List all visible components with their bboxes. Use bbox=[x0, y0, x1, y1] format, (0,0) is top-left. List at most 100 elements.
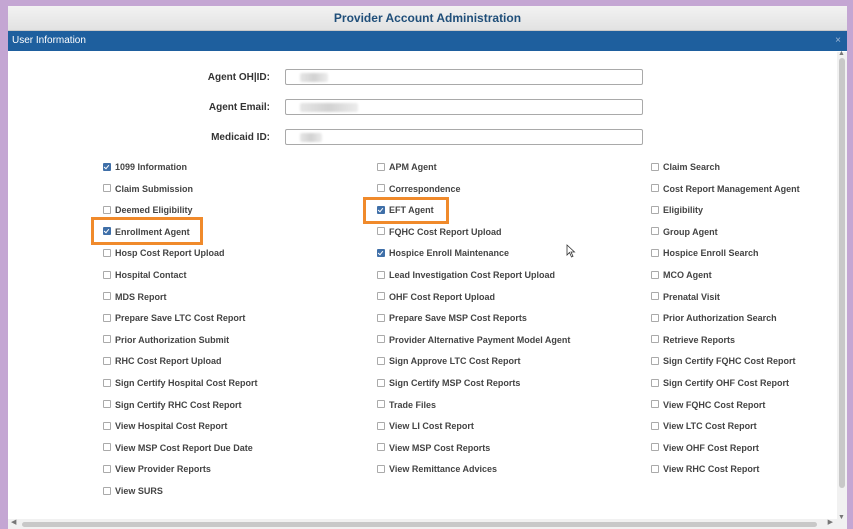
permission-item[interactable]: EFT Agent bbox=[377, 203, 434, 217]
permission-checkbox[interactable] bbox=[651, 400, 659, 409]
permission-item[interactable]: Prepare Save LTC Cost Report bbox=[103, 311, 245, 325]
medicaid-id-input[interactable] bbox=[285, 129, 643, 145]
permission-checkbox[interactable] bbox=[651, 292, 659, 301]
permission-item[interactable]: View FQHC Cost Report bbox=[651, 398, 765, 412]
permission-item[interactable]: View Provider Reports bbox=[103, 462, 211, 476]
permission-item[interactable]: Sign Certify MSP Cost Reports bbox=[377, 376, 520, 390]
permission-item[interactable]: Prepare Save MSP Cost Reports bbox=[377, 311, 527, 325]
permission-checkbox[interactable] bbox=[651, 465, 659, 474]
permission-checkbox[interactable] bbox=[103, 486, 111, 495]
permission-item[interactable]: Provider Alternative Payment Model Agent bbox=[377, 333, 570, 347]
permission-item[interactable]: FQHC Cost Report Upload bbox=[377, 225, 502, 239]
permission-checkbox[interactable] bbox=[651, 357, 659, 366]
permission-item[interactable]: Group Agent bbox=[651, 225, 718, 239]
vertical-scrollbar[interactable]: ▲ ▼ bbox=[837, 50, 847, 521]
permission-item[interactable]: Sign Certify RHC Cost Report bbox=[103, 398, 242, 412]
permission-item[interactable]: Enrollment Agent bbox=[103, 225, 190, 239]
permission-item[interactable]: Deemed Eligibility bbox=[103, 203, 193, 217]
permission-checkbox[interactable] bbox=[103, 421, 111, 430]
permission-checkbox[interactable] bbox=[651, 421, 659, 430]
permission-checkbox[interactable] bbox=[103, 335, 111, 344]
scroll-right-icon[interactable]: ▶ bbox=[828, 518, 833, 526]
agent-ohid-input[interactable] bbox=[285, 69, 643, 85]
permission-item[interactable]: Correspondence bbox=[377, 182, 461, 196]
permission-checkbox[interactable] bbox=[103, 313, 111, 322]
permission-item[interactable]: Prior Authorization Submit bbox=[103, 333, 229, 347]
permission-checkbox[interactable] bbox=[377, 357, 385, 366]
scroll-up-icon[interactable]: ▲ bbox=[838, 50, 845, 57]
permission-item[interactable]: Cost Report Management Agent bbox=[651, 182, 800, 196]
permission-checkbox[interactable] bbox=[103, 357, 111, 366]
permission-checkbox[interactable] bbox=[651, 227, 659, 236]
permission-checkbox[interactable] bbox=[651, 270, 659, 279]
permission-checkbox[interactable] bbox=[103, 205, 111, 214]
permission-checkbox[interactable] bbox=[377, 270, 385, 279]
permission-checkbox[interactable] bbox=[377, 335, 385, 344]
permission-item[interactable]: Retrieve Reports bbox=[651, 333, 735, 347]
permission-item[interactable]: Prior Authorization Search bbox=[651, 311, 777, 325]
permission-checkbox[interactable] bbox=[103, 292, 111, 301]
permission-checkbox[interactable] bbox=[651, 378, 659, 387]
permission-item[interactable]: MCO Agent bbox=[651, 268, 712, 282]
permission-checkbox[interactable] bbox=[377, 443, 385, 452]
permission-checkbox[interactable] bbox=[377, 465, 385, 474]
permission-checkbox[interactable] bbox=[377, 400, 385, 409]
permission-checkbox[interactable] bbox=[651, 205, 659, 214]
permission-item[interactable]: View MSP Cost Reports bbox=[377, 441, 490, 455]
permission-item[interactable]: View MSP Cost Report Due Date bbox=[103, 441, 253, 455]
permission-checkbox[interactable] bbox=[103, 443, 111, 452]
horizontal-scrollbar[interactable]: ◀ ▶ bbox=[8, 519, 847, 529]
vertical-scroll-thumb[interactable] bbox=[839, 58, 845, 488]
permission-item[interactable]: Sign Certify Hospital Cost Report bbox=[103, 376, 258, 390]
permission-item[interactable]: View Remittance Advices bbox=[377, 462, 497, 476]
agent-email-input[interactable] bbox=[285, 99, 643, 115]
permission-item[interactable]: MDS Report bbox=[103, 290, 167, 304]
permission-item[interactable]: View Hospital Cost Report bbox=[103, 419, 227, 433]
permission-checkbox[interactable] bbox=[651, 162, 659, 171]
permission-checkbox[interactable] bbox=[651, 184, 659, 193]
permission-checkbox[interactable] bbox=[103, 270, 111, 279]
permission-item[interactable]: Hospice Enroll Search bbox=[651, 246, 759, 260]
permission-checkbox[interactable] bbox=[103, 249, 111, 258]
permission-checkbox[interactable] bbox=[377, 205, 385, 214]
permission-checkbox[interactable] bbox=[377, 184, 385, 193]
permission-item[interactable]: View OHF Cost Report bbox=[651, 441, 759, 455]
permission-checkbox[interactable] bbox=[103, 184, 111, 193]
permission-item[interactable]: View LTC Cost Report bbox=[651, 419, 757, 433]
permission-item[interactable]: Lead Investigation Cost Report Upload bbox=[377, 268, 555, 282]
permission-item[interactable]: 1099 Information bbox=[103, 160, 187, 174]
horizontal-scroll-thumb[interactable] bbox=[22, 522, 817, 527]
permission-checkbox[interactable] bbox=[377, 378, 385, 387]
permission-checkbox[interactable] bbox=[651, 443, 659, 452]
permission-item[interactable]: Sign Certify OHF Cost Report bbox=[651, 376, 789, 390]
permission-checkbox[interactable] bbox=[651, 249, 659, 258]
permission-checkbox[interactable] bbox=[103, 400, 111, 409]
permission-checkbox[interactable] bbox=[377, 249, 385, 258]
permission-checkbox[interactable] bbox=[377, 227, 385, 236]
permission-item[interactable]: Hospice Enroll Maintenance bbox=[377, 246, 509, 260]
permission-item[interactable]: Sign Certify FQHC Cost Report bbox=[651, 354, 796, 368]
permission-checkbox[interactable] bbox=[103, 465, 111, 474]
permission-checkbox[interactable] bbox=[377, 292, 385, 301]
permission-checkbox[interactable] bbox=[651, 313, 659, 322]
permission-item[interactable]: Sign Approve LTC Cost Report bbox=[377, 354, 521, 368]
permission-item[interactable]: Eligibility bbox=[651, 203, 703, 217]
permission-item[interactable]: RHC Cost Report Upload bbox=[103, 354, 222, 368]
permission-item[interactable]: Hospital Contact bbox=[103, 268, 187, 282]
permission-item[interactable]: Hosp Cost Report Upload bbox=[103, 246, 225, 260]
permission-item[interactable]: Prenatal Visit bbox=[651, 290, 720, 304]
permission-checkbox[interactable] bbox=[377, 313, 385, 322]
permission-item[interactable]: View LI Cost Report bbox=[377, 419, 474, 433]
permission-item[interactable]: View RHC Cost Report bbox=[651, 462, 759, 476]
permission-checkbox[interactable] bbox=[377, 162, 385, 171]
permission-item[interactable]: Claim Search bbox=[651, 160, 720, 174]
permission-item[interactable]: APM Agent bbox=[377, 160, 437, 174]
permission-checkbox[interactable] bbox=[377, 421, 385, 430]
permission-checkbox[interactable] bbox=[103, 227, 111, 236]
permission-checkbox[interactable] bbox=[103, 162, 111, 171]
permission-item[interactable]: Claim Submission bbox=[103, 182, 193, 196]
scroll-left-icon[interactable]: ◀ bbox=[11, 518, 16, 526]
permission-checkbox[interactable] bbox=[103, 378, 111, 387]
permission-item[interactable]: View SURS bbox=[103, 484, 163, 498]
close-icon[interactable]: × bbox=[835, 31, 841, 51]
